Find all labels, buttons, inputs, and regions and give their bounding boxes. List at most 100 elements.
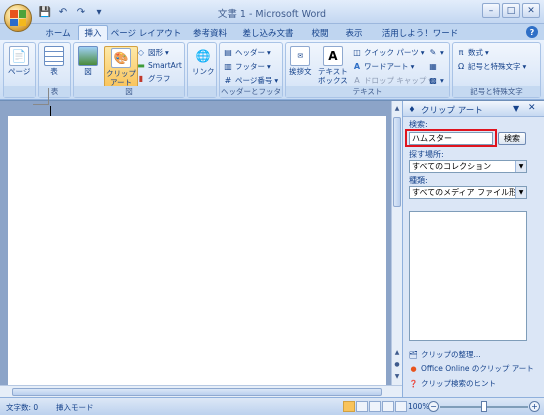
pane-close-icon[interactable]: ✕ — [528, 103, 536, 113]
vertical-scroll-thumb[interactable] — [393, 117, 401, 207]
quick-parts-button[interactable]: ◫ クイック パーツ ▾ — [352, 46, 424, 58]
title-bar: 💾 ↶ ↷ ▾ 文書 1 - Microsoft Word – □ ✕ — [0, 0, 544, 24]
chart-button[interactable]: ▮ グラフ — [136, 72, 171, 84]
office-online-icon: ● — [410, 364, 417, 373]
smartart-icon: ▬ — [137, 60, 145, 70]
location-dropdown-icon[interactable]: ▼ — [515, 161, 526, 172]
horizontal-scroll-thumb[interactable] — [12, 388, 382, 396]
web-layout-view-button[interactable] — [369, 401, 381, 412]
picture-icon — [78, 46, 98, 66]
vertical-scrollbar[interactable]: ▲ ▲ ● ▼ — [391, 101, 402, 385]
footer-icon: ▥ — [224, 61, 232, 71]
location-select[interactable]: すべてのコレクション ▼ — [409, 160, 527, 173]
textbox-button[interactable]: A テキスト ボックス — [318, 46, 348, 85]
office-online-link[interactable]: ● Office Online のクリップ アート — [409, 363, 533, 374]
outline-view-button[interactable] — [382, 401, 394, 412]
smartart-button[interactable]: ▬ SmartArt — [136, 59, 182, 71]
document-area[interactable] — [0, 101, 391, 397]
object-button[interactable]: ▩ ▾ — [428, 74, 444, 86]
tab-review[interactable]: 校閲 — [306, 25, 334, 40]
type-label: 種類: — [409, 176, 428, 185]
table-button[interactable]: 表 — [44, 46, 64, 76]
dropcap-button[interactable]: A ドロップ キャップ ▾ — [352, 74, 432, 86]
table-group-label: 表 — [39, 86, 70, 97]
equation-button[interactable]: π 数式 ▾ — [456, 46, 489, 58]
illustrations-group: 図 🎨 クリップ アート ◇ 図形 ▾ ▬ SmartArt ▮ グラフ 図 — [73, 42, 185, 98]
maximize-button[interactable]: □ — [502, 3, 520, 18]
pages-group: 📄 ページ — [3, 42, 36, 98]
links-group: 🌐 リンク — [187, 42, 217, 98]
word-count[interactable]: 文字数: 0 — [6, 402, 38, 413]
table-group: 表 表 — [38, 42, 71, 98]
results-list[interactable] — [409, 211, 527, 341]
minimize-button[interactable]: – — [482, 3, 500, 18]
clipart-icon: 🎨 — [111, 48, 131, 68]
zoom-level[interactable]: 100% — [408, 402, 429, 411]
zoom-out-button[interactable]: − — [428, 401, 439, 412]
browse-object-icon[interactable]: ● — [392, 359, 402, 369]
document-page[interactable] — [8, 116, 386, 386]
picture-button[interactable]: 図 — [78, 46, 98, 76]
scroll-down-page-icon[interactable]: ▼ — [392, 371, 402, 381]
organize-clips-link[interactable]: 🗂 クリップの整理... — [409, 349, 481, 360]
zoom-slider-thumb[interactable] — [481, 401, 487, 412]
header-footer-group: ▤ ヘッダー▾ ▥ フッター▾ # ページ番号▾ ヘッダーとフッター — [219, 42, 283, 107]
horizontal-scrollbar[interactable] — [0, 385, 402, 397]
help-icon[interactable]: ? — [526, 26, 538, 38]
header-button[interactable]: ▤ ヘッダー ▾ — [223, 46, 271, 58]
close-button[interactable]: ✕ — [522, 3, 540, 18]
scroll-up-page-icon[interactable]: ▲ — [392, 347, 402, 357]
text-caret — [50, 106, 51, 116]
header-icon: ▤ — [224, 47, 232, 57]
ribbon: 📄 ページ 表 表 図 🎨 クリップ アート ◇ 図形▾ ▬ SmartArt — [0, 40, 544, 107]
tab-view[interactable]: 表示 — [340, 25, 368, 40]
page-number-button[interactable]: # ページ番号 ▾ — [223, 74, 278, 86]
omega-icon: Ω — [457, 61, 465, 71]
tab-mailings[interactable]: 差し込み文書 — [236, 25, 300, 40]
shapes-icon: ◇ — [137, 47, 145, 57]
greeting-icon: ✉ — [290, 46, 311, 66]
object-icon: ▩ — [429, 75, 437, 85]
zoom-in-button[interactable]: + — [529, 401, 540, 412]
page-number-icon: # — [224, 75, 232, 85]
search-button[interactable]: 検索 — [498, 132, 526, 145]
scroll-up-icon[interactable]: ▲ — [392, 103, 402, 113]
full-screen-view-button[interactable] — [356, 401, 368, 412]
pane-header: ♦ クリップ アート ▼ ✕ — [403, 101, 544, 117]
search-highlight-box — [405, 129, 497, 147]
symbol-button[interactable]: Ω 記号と特殊文字 ▾ — [456, 60, 526, 72]
signature-button[interactable]: ✎ ▾ — [428, 46, 444, 58]
tab-home[interactable]: ホーム — [38, 25, 78, 40]
wordart-button[interactable]: A ワードアート ▾ — [352, 60, 414, 72]
table-icon — [44, 46, 64, 66]
pane-title: クリップ アート — [421, 106, 483, 116]
links-button[interactable]: 🌐 リンク — [192, 46, 215, 77]
text-group-label: テキスト — [286, 86, 449, 97]
pane-menu-icon[interactable]: ▼ — [513, 104, 519, 113]
tab-insert[interactable]: 挿入 — [78, 25, 108, 40]
tab-references[interactable]: 参考資料 — [188, 25, 232, 40]
search-tips-link[interactable]: ❓ クリップ検索のヒント — [409, 378, 496, 389]
tab-page-layout[interactable]: ページ レイアウト — [110, 25, 182, 40]
clipart-button[interactable]: 🎨 クリップ アート — [104, 46, 138, 89]
page-icon: 📄 — [9, 46, 30, 66]
draft-view-button[interactable] — [395, 401, 407, 412]
print-layout-view-button[interactable] — [343, 401, 355, 412]
office-button[interactable] — [4, 4, 32, 32]
media-type-select[interactable]: すべてのメディア ファイル形式 ▼ — [409, 186, 527, 199]
dropcap-icon: A — [354, 75, 360, 85]
quick-parts-icon: ◫ — [353, 47, 361, 57]
pages-button[interactable]: 📄 ページ — [8, 46, 30, 76]
tab-word-tips[interactable]: 活用しよう！ワード — [374, 25, 466, 40]
datetime-button[interactable]: ▦ — [428, 60, 438, 72]
text-group: ✉ 挨拶文 A テキスト ボックス ◫ クイック パーツ ▾ A ワードアート ▾ … — [285, 42, 450, 98]
type-dropdown-icon[interactable]: ▼ — [515, 187, 526, 198]
greeting-button[interactable]: ✉ 挨拶文 — [289, 46, 312, 76]
wordart-icon: A — [353, 61, 361, 71]
header-footer-group-label: ヘッダーとフッター — [220, 86, 282, 107]
window-title: 文書 1 - Microsoft Word — [217, 9, 327, 20]
footer-button[interactable]: ▥ フッター ▾ — [223, 60, 271, 72]
ribbon-tabs: ホーム 挿入 ページ レイアウト 参考資料 差し込み文書 校閲 表示 活用しよう… — [0, 24, 544, 40]
shapes-button[interactable]: ◇ 図形 ▾ — [136, 46, 169, 58]
insert-mode[interactable]: 挿入モード — [56, 402, 94, 413]
